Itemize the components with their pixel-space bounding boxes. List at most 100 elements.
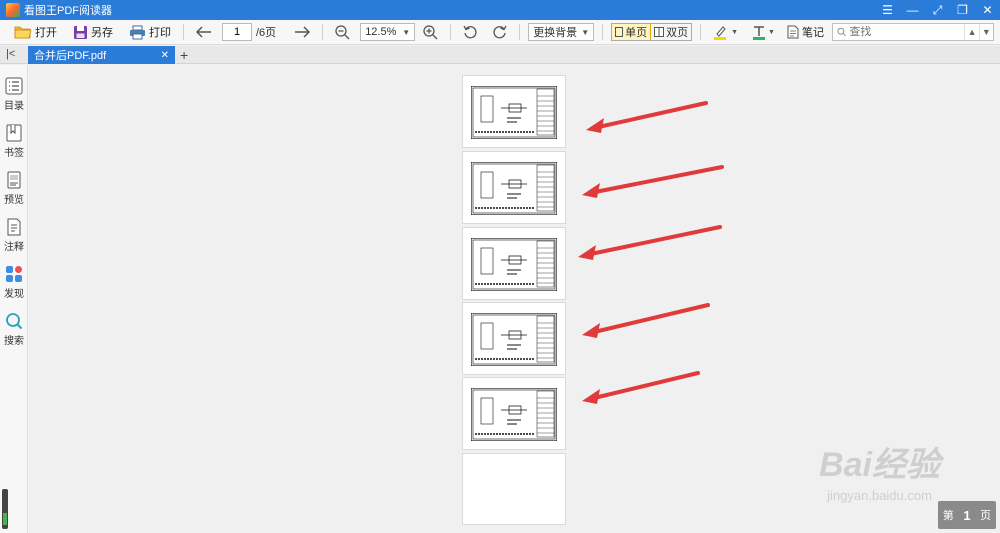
background-select[interactable]: 更换背景 ▼ [528,23,595,41]
folder-icon [14,26,32,39]
page-indicator-prefix: 第 [942,510,954,522]
restore-icon[interactable]: ❐ [950,0,975,20]
chevron-down-icon: ▼ [731,28,739,36]
close-tab-icon[interactable]: ✕ [161,50,169,61]
search-input[interactable] [849,26,965,38]
cad-drawing-image [471,162,557,215]
search-next-button[interactable]: ▼ [978,24,993,40]
watermark-url: jingyan.baidu.com [827,488,932,503]
prev-page-button[interactable] [192,21,216,43]
app-logo-icon [6,3,20,17]
chevron-down-icon: ▼ [768,28,775,36]
rotate-left-icon [463,25,477,38]
zoom-in-button[interactable] [419,21,442,43]
annotation-icon [7,218,21,236]
document-tab-label: 合并后PDF.pdf [34,50,107,62]
red-arrow-annotation [582,165,724,198]
arrow-right-icon [295,26,311,38]
pdf-page-thumbnail[interactable] [462,302,566,375]
add-tab-icon[interactable]: + [180,47,188,63]
rotate-left-button[interactable] [459,21,482,43]
view-mode-toggle: 单页 双页 [611,23,693,41]
sidebar-item-preview[interactable]: 预览 [0,171,28,206]
pdf-page-thumbnail-blank[interactable] [462,453,566,525]
cad-drawing-image [471,313,557,366]
arrow-left-icon [196,26,211,38]
printer-icon [130,25,145,39]
rotate-right-button[interactable] [488,21,511,43]
close-icon[interactable]: ✕ [975,0,1000,20]
note-label: 笔记 [801,27,824,39]
cad-drawing-image [471,86,557,139]
cad-drawing-image [471,238,557,291]
chevron-down-icon: ▼ [402,27,411,37]
highlighter-icon [714,25,727,40]
note-icon [787,25,799,39]
title-bar: 看图王PDF阅读器 ☰ — ⤢ ❐ ✕ [0,0,1000,20]
text-color-button[interactable]: ▼ [748,21,779,43]
toolbar-divider [322,24,324,40]
page-indicator-number: 1 [963,507,971,523]
red-arrow-annotation [578,225,722,260]
toc-icon [5,77,23,95]
pdf-page-thumbnail[interactable] [462,377,566,450]
text-tool-icon [753,25,766,40]
toolbar-divider [450,24,452,40]
next-page-button[interactable] [290,21,314,43]
single-page-label: 单页 [625,27,648,39]
open-button[interactable]: 打开 [10,21,61,43]
sidebar-item-search[interactable]: 搜索 [0,312,28,347]
highlight-button[interactable]: ▼ [709,21,742,43]
double-page-button[interactable]: 双页 [651,24,691,40]
sidebar-item-label: 搜索 [4,336,24,347]
pdf-page-thumbnail[interactable] [462,75,566,148]
baidu-jingyan-watermark: Bai经验 jingyan.baidu.com [819,437,940,503]
sidebar-resize-handle[interactable] [2,489,8,529]
window-controls: ☰ — ⤢ ❐ ✕ [875,0,1000,20]
red-arrow-annotation [582,371,700,404]
pdf-page-thumbnail[interactable] [462,227,566,300]
page-number-input[interactable] [222,23,252,41]
note-button[interactable]: 笔记 [783,21,828,43]
menu-icon[interactable]: ☰ [875,0,900,20]
total-pages-label: /6页 [256,27,277,39]
search-icon [837,27,846,37]
search-box: ▲ ▼ [832,23,994,41]
sidebar-item-discover[interactable]: 发现 [0,265,28,300]
left-sidebar: 目录 书签 预览 注释 发现 搜索 [0,65,28,533]
pdf-page-thumbnail[interactable] [462,151,566,224]
page-indicator-suffix: 页 [980,510,992,522]
sidebar-item-label: 预览 [4,195,24,206]
toolbar-divider [183,24,184,40]
search-icon [6,313,23,330]
single-page-button[interactable]: 单页 [612,24,652,40]
zoom-select[interactable]: 12.5% ▼ [360,23,416,41]
double-page-icon [654,27,665,37]
double-page-label: 双页 [666,27,689,39]
sidebar-item-label: 目录 [4,101,24,112]
chevron-down-icon: ▼ [581,27,590,37]
zoom-in-icon [423,24,438,39]
zoom-value: 12.5% [365,26,397,38]
save-as-label: 另存 [91,27,113,39]
collapse-sidebar-icon[interactable]: |< [6,48,15,60]
page-indicator: 第 1 页 [938,501,996,529]
single-page-icon [615,27,624,37]
sidebar-item-annotations[interactable]: 注释 [0,218,28,253]
fullscreen-icon[interactable]: ⤢ [925,0,950,20]
sidebar-item-toc[interactable]: 目录 [0,77,28,112]
preview-icon [7,171,21,189]
tab-bar: |< 合并后PDF.pdf ✕ + [0,46,1000,64]
sidebar-item-label: 发现 [4,289,24,300]
print-button[interactable]: 打印 [125,21,175,43]
minimize-icon[interactable]: — [900,0,925,20]
zoom-out-button[interactable] [331,21,354,43]
toolbar-divider [700,24,702,40]
document-tab[interactable]: 合并后PDF.pdf ✕ [28,46,175,64]
save-as-button[interactable]: 另存 [69,21,117,43]
document-canvas[interactable]: Bai经验 jingyan.baidu.com 第 1 页 [29,65,1000,533]
sidebar-item-label: 注释 [4,242,24,253]
watermark-brand: Bai经验 [819,446,940,484]
search-prev-button[interactable]: ▲ [964,24,978,40]
sidebar-item-bookmarks[interactable]: 书签 [0,124,28,159]
